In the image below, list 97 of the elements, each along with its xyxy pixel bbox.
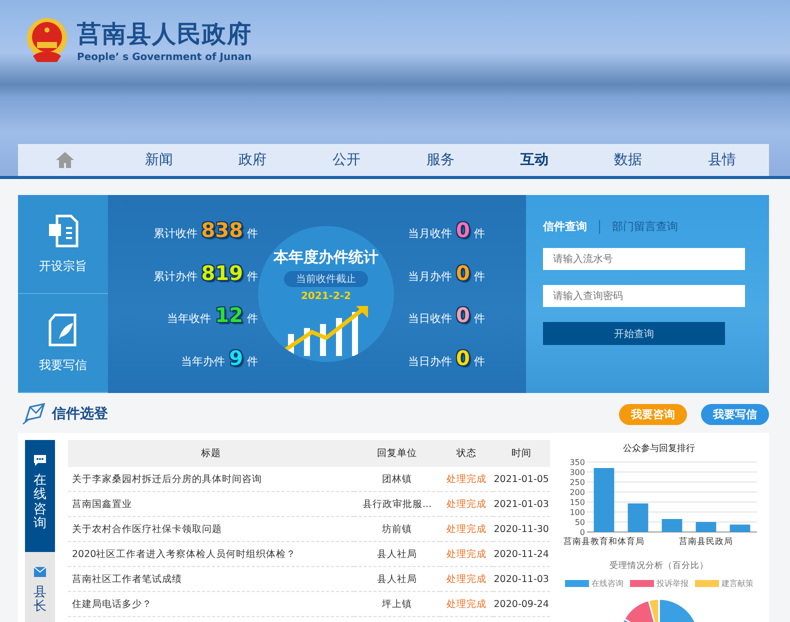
legend-label: 投诉举报 — [656, 578, 688, 589]
site-title: 莒南县人民政府 — [77, 18, 252, 50]
table-cell: 2020-11-30 — [492, 516, 550, 542]
letter-tab[interactable]: 在线咨询 — [25, 440, 55, 552]
emblem-icon — [25, 16, 69, 64]
nav-item[interactable]: 公开 — [332, 151, 361, 169]
column-header: 回复单位 — [354, 440, 440, 467]
stat-value: 819 — [201, 260, 243, 285]
table-cell: 坪上镇 — [354, 592, 440, 616]
stat-value: 0 — [456, 346, 470, 370]
section-title: 信件选登 — [52, 405, 109, 423]
input-field[interactable]: 请输入流水号 — [543, 248, 745, 270]
summary-pill: 当前收件截止 — [284, 271, 368, 287]
bar — [729, 524, 750, 532]
letter-title-link[interactable]: 关于李家桑园村拆迁后分房的具体时间咨询 — [68, 467, 354, 492]
column-header: 标题 — [68, 440, 354, 467]
table-cell: 县行政审批服... — [354, 492, 440, 516]
x-tick-label: 莒南县民政局 — [678, 537, 732, 547]
stat-value: 0 — [456, 260, 470, 285]
document-icon — [47, 214, 79, 248]
nav-item[interactable]: 新闻 — [144, 151, 173, 169]
table-cell: 县人社局 — [354, 542, 440, 566]
nav-item[interactable]: 服务 — [426, 151, 454, 169]
table-cell: 县人社局 — [354, 566, 440, 592]
query-button[interactable]: 开始查询 — [543, 322, 725, 345]
stat-label: 当日办件 — [408, 354, 452, 369]
stat-unit: 件 — [474, 311, 485, 326]
table-cell: 处理完成 — [440, 542, 493, 566]
stat-unit: 件 — [474, 268, 485, 284]
y-tick-label: 0 — [579, 528, 584, 537]
envelope-icon — [33, 566, 47, 578]
table-cell: 处理完成 — [440, 467, 493, 492]
stat-unit: 件 — [474, 226, 485, 242]
stat-unit: 件 — [247, 354, 258, 369]
input-field[interactable]: 请输入查询密码 — [543, 285, 745, 307]
letter-tab[interactable]: 县长 — [25, 552, 55, 622]
table-cell: 团林镇 — [354, 467, 440, 492]
bar — [593, 468, 614, 532]
letter-title-link[interactable]: 2020社区工作者进入考察体检人员何时组织体检？ — [68, 542, 354, 566]
y-tick-label: 350 — [569, 458, 584, 467]
stat-value: 9 — [229, 346, 243, 370]
table-cell: 处理完成 — [440, 566, 493, 592]
x-tick-label: 莒南县教育和体育局 — [563, 537, 644, 547]
chart-title: 受理情况分析（百分比） — [610, 560, 708, 572]
summary-title: 本年度办件统计 — [274, 248, 378, 267]
y-tick-label: 300 — [569, 468, 584, 477]
table-cell: 2021-01-05 — [492, 467, 550, 492]
letter-title-link[interactable]: 莒南国鑫置业 — [68, 492, 354, 516]
y-tick-label: 100 — [569, 508, 584, 517]
stat-label: 当月收件 — [408, 226, 452, 242]
nav-item[interactable]: 互动 — [520, 151, 548, 169]
home-icon[interactable] — [54, 151, 75, 169]
bar — [695, 522, 716, 532]
stat-label: 累计办件 — [153, 268, 198, 284]
letter-title-link[interactable]: 住建局电话多少？ — [68, 592, 354, 616]
stat-value: 0 — [456, 303, 470, 328]
table-cell: 2020-11-24 — [492, 542, 550, 566]
y-tick-label: 250 — [569, 478, 584, 487]
nav-item[interactable]: 县情 — [708, 151, 736, 169]
stat-unit: 件 — [247, 226, 258, 242]
table-cell: 处理完成 — [440, 492, 493, 516]
stat-label: 累计收件 — [153, 226, 198, 242]
feather-document-icon — [47, 312, 79, 346]
y-tick-label: 200 — [569, 488, 584, 497]
stat-value: 838 — [201, 218, 243, 242]
summary-date: 2021-2-2 — [300, 291, 352, 302]
nav-item[interactable]: 数据 — [614, 151, 642, 169]
bar — [661, 519, 682, 532]
bar — [627, 503, 648, 532]
stat-unit: 件 — [247, 268, 258, 284]
stat-unit: 件 — [247, 311, 258, 326]
chart-title: 公众参与回复排行 — [623, 442, 695, 455]
site-subtitle: People’ s Government of Junan — [77, 52, 252, 62]
stat-label: 当年收件 — [167, 311, 212, 326]
stat-label: 当年办件 — [181, 354, 226, 369]
nav-item[interactable]: 政府 — [238, 151, 267, 169]
y-tick-label: 150 — [569, 498, 584, 507]
stat-label: 当月办件 — [408, 268, 452, 284]
column-header: 时间 — [492, 440, 550, 467]
y-tick-label: 50 — [574, 518, 584, 527]
envelope-icon — [22, 403, 46, 425]
legend-label: 建言献策 — [722, 578, 754, 589]
table-cell: 2021-01-03 — [492, 492, 550, 516]
table-cell: 坊前镇 — [354, 516, 440, 542]
stat-value: 12 — [215, 303, 243, 328]
stat-unit: 件 — [474, 354, 485, 369]
stat-label: 当日收件 — [408, 311, 452, 326]
letter-title-link[interactable]: 关于农村合作医疗社保卡领取问题 — [68, 516, 354, 542]
table-cell: 2020-11-03 — [492, 566, 550, 592]
table-cell: 2020-09-24 — [492, 592, 550, 616]
stat-value: 0 — [456, 218, 470, 242]
table-cell: 处理完成 — [440, 592, 493, 616]
table-cell: 处理完成 — [440, 516, 493, 542]
legend-label: 在线咨询 — [592, 578, 624, 589]
letter-title-link[interactable]: 莒南社区工作者笔试成绩 — [68, 566, 354, 592]
column-header: 状态 — [440, 440, 493, 467]
chat-icon — [33, 454, 47, 466]
